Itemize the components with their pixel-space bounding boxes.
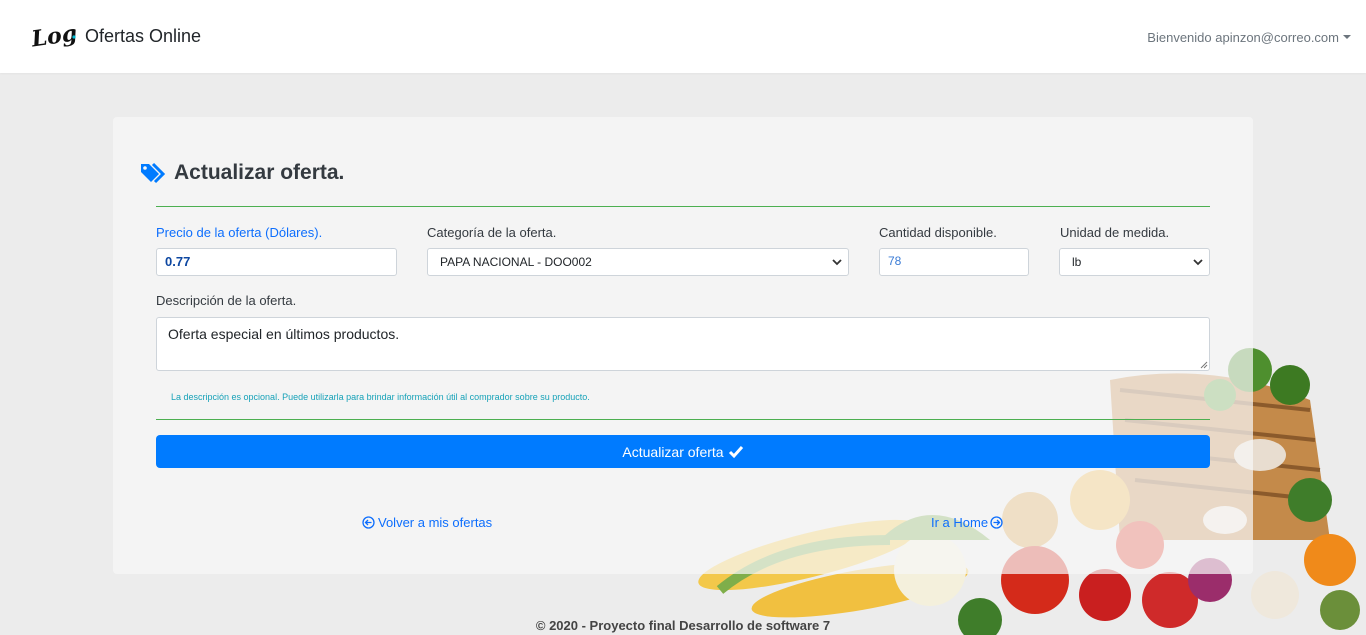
unit-selected-value: lb	[1072, 255, 1082, 269]
resize-grip-icon[interactable]	[1200, 361, 1208, 369]
arrow-circle-right-icon	[990, 516, 1003, 529]
category-selected-value: PAPA NACIONAL - DOO002	[440, 255, 592, 269]
quantity-label: Cantidad disponible.	[879, 225, 997, 240]
caret-down-icon	[1343, 35, 1351, 39]
unit-select[interactable]: lb	[1059, 248, 1210, 276]
user-menu-dropdown[interactable]: Bienvenido apinzon@correo.com	[1147, 30, 1351, 45]
footer: © 2020 - Proyecto final Desarrollo de so…	[0, 618, 1366, 633]
user-greeting: Bienvenido apinzon@correo.com	[1147, 30, 1339, 45]
description-textarea[interactable]: Oferta especial en últimos productos.	[156, 317, 1210, 371]
top-navbar: Logo Ofertas Online Bienvenido apinzon@c…	[0, 0, 1366, 73]
divider	[156, 419, 1210, 420]
price-input[interactable]: 0.77	[156, 248, 397, 276]
description-value: Oferta especial en últimos productos.	[168, 326, 400, 342]
svg-text:Logo: Logo	[30, 18, 78, 52]
category-select[interactable]: PAPA NACIONAL - DOO002	[427, 248, 849, 276]
category-label: Categoría de la oferta.	[427, 225, 557, 240]
tags-icon	[141, 162, 166, 184]
unit-label: Unidad de medida.	[1060, 225, 1170, 240]
footer-text: © 2020 - Proyecto final Desarrollo de so…	[535, 618, 831, 633]
arrow-circle-left-icon	[362, 516, 375, 529]
price-label: Precio de la oferta (Dólares).	[156, 225, 323, 240]
update-offer-card: Actualizar oferta. Precio de la oferta (…	[113, 117, 1253, 574]
page-title: Actualizar oferta.	[174, 161, 345, 184]
brand-name[interactable]: Ofertas Online	[85, 26, 201, 47]
check-icon	[728, 445, 743, 458]
card-header: Actualizar oferta.	[140, 161, 344, 185]
update-offer-button[interactable]: Actualizar oferta	[156, 435, 1210, 468]
description-helper-text: La descripción es opcional. Puede utiliz…	[171, 392, 590, 402]
chevron-down-icon	[832, 259, 842, 266]
quantity-input[interactable]: 78	[879, 248, 1029, 276]
update-offer-label: Actualizar oferta	[622, 443, 724, 460]
go-home-link[interactable]: Ir a Home	[931, 515, 1003, 530]
back-link-label: Volver a mis ofertas	[378, 515, 493, 530]
divider	[156, 206, 1210, 207]
description-label: Descripción de la oferta.	[156, 293, 297, 308]
back-to-offers-link[interactable]: Volver a mis ofertas	[362, 515, 492, 530]
logo[interactable]: Logo	[30, 10, 78, 62]
home-link-label: Ir a Home	[931, 515, 989, 530]
chevron-down-icon	[1193, 259, 1203, 266]
